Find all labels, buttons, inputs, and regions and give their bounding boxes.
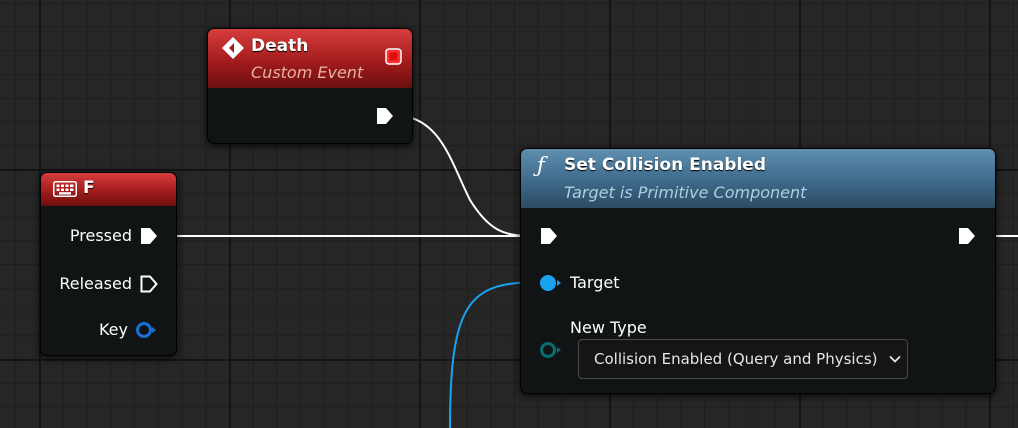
custom-event-icon — [222, 37, 244, 59]
new-type-dropdown[interactable]: Collision Enabled (Query and Physics) — [578, 339, 908, 379]
key-f-event-node[interactable]: F Pressed Released Key — [40, 172, 177, 356]
set-collision-node-title: Set Collision Enabled — [564, 155, 766, 175]
keyboard-icon — [53, 181, 77, 197]
key-f-node-header[interactable]: F — [41, 173, 176, 206]
set-collision-exec-out-pin[interactable] — [957, 226, 977, 246]
death-node-subtitle: Custom Event — [251, 63, 364, 82]
new-type-dropdown-value: Collision Enabled (Query and Physics) — [594, 350, 878, 368]
set-collision-exec-in-pin[interactable] — [539, 226, 559, 246]
released-exec-pin[interactable] — [139, 274, 159, 294]
released-pin-label: Released — [59, 274, 132, 293]
new-type-enum-pin[interactable] — [539, 340, 563, 360]
target-object-pin[interactable] — [539, 273, 563, 293]
set-collision-enabled-node[interactable]: ƒ Set Collision Enabled Target is Primit… — [520, 148, 996, 394]
target-pin-label: Target — [570, 273, 620, 292]
key-struct-pin[interactable] — [135, 320, 157, 340]
death-exec-out-pin[interactable] — [375, 106, 395, 126]
chevron-down-icon — [888, 355, 901, 363]
delegate-square-icon[interactable] — [385, 48, 402, 65]
wire-death-to-set-collision — [392, 114, 534, 237]
set-collision-node-header[interactable]: ƒ Set Collision Enabled Target is Primit… — [521, 149, 995, 208]
death-event-node[interactable]: Death Custom Event — [207, 28, 413, 144]
new-type-pin-label: New Type — [570, 318, 647, 337]
death-node-title: Death — [251, 36, 309, 56]
pressed-pin-label: Pressed — [69, 226, 132, 245]
pressed-exec-pin[interactable] — [139, 226, 159, 246]
key-pin-label: Key — [98, 320, 128, 339]
function-icon: ƒ — [537, 153, 545, 177]
set-collision-node-subtitle: Target is Primitive Component — [564, 183, 807, 202]
death-node-header[interactable]: Death Custom Event — [208, 29, 412, 88]
key-f-node-title: F — [83, 178, 95, 198]
